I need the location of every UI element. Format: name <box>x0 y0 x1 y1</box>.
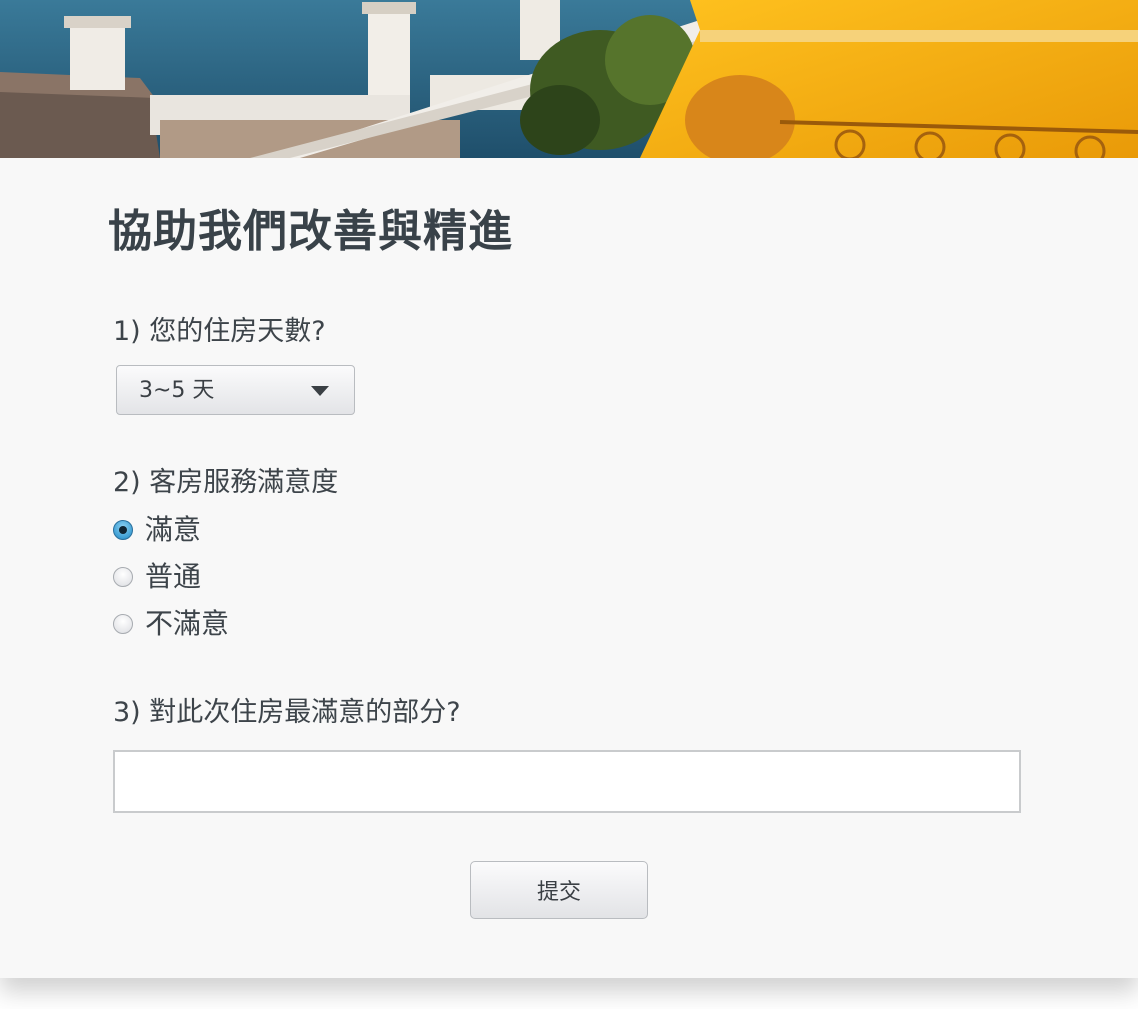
question-2-label: 2) 客房服務滿意度 <box>113 467 339 498</box>
radio-button-neutral[interactable] <box>113 567 133 587</box>
radio-button-satisfied[interactable] <box>113 520 133 540</box>
radio-label-unsatisfied: 不滿意 <box>145 607 230 640</box>
radio-option-unsatisfied[interactable]: 不滿意 <box>113 606 229 642</box>
radio-option-neutral[interactable]: 普通 <box>113 559 201 595</box>
page: 協助我們改善與精進 1) 您的住房天數? 3~5 天 2) 客房服務滿意度 滿意… <box>0 0 1138 1009</box>
survey-card: 協助我們改善與精進 1) 您的住房天數? 3~5 天 2) 客房服務滿意度 滿意… <box>0 0 1138 978</box>
page-title: 協助我們改善與精進 <box>108 206 513 257</box>
header-banner-image <box>0 0 1138 158</box>
chevron-down-icon <box>311 386 329 396</box>
radio-label-satisfied: 滿意 <box>145 513 202 546</box>
submit-button[interactable]: 提交 <box>470 861 648 919</box>
favorite-part-input[interactable] <box>113 750 1021 813</box>
radio-button-unsatisfied[interactable] <box>113 614 133 634</box>
stay-length-selected-value: 3~5 天 <box>139 378 215 403</box>
question-1-label: 1) 您的住房天數? <box>113 316 326 347</box>
radio-option-satisfied[interactable]: 滿意 <box>113 512 201 548</box>
banner-photo <box>0 0 1138 158</box>
radio-label-neutral: 普通 <box>145 560 202 593</box>
stay-length-select[interactable]: 3~5 天 <box>116 365 355 415</box>
question-3-label: 3) 對此次住房最滿意的部分? <box>113 697 461 728</box>
